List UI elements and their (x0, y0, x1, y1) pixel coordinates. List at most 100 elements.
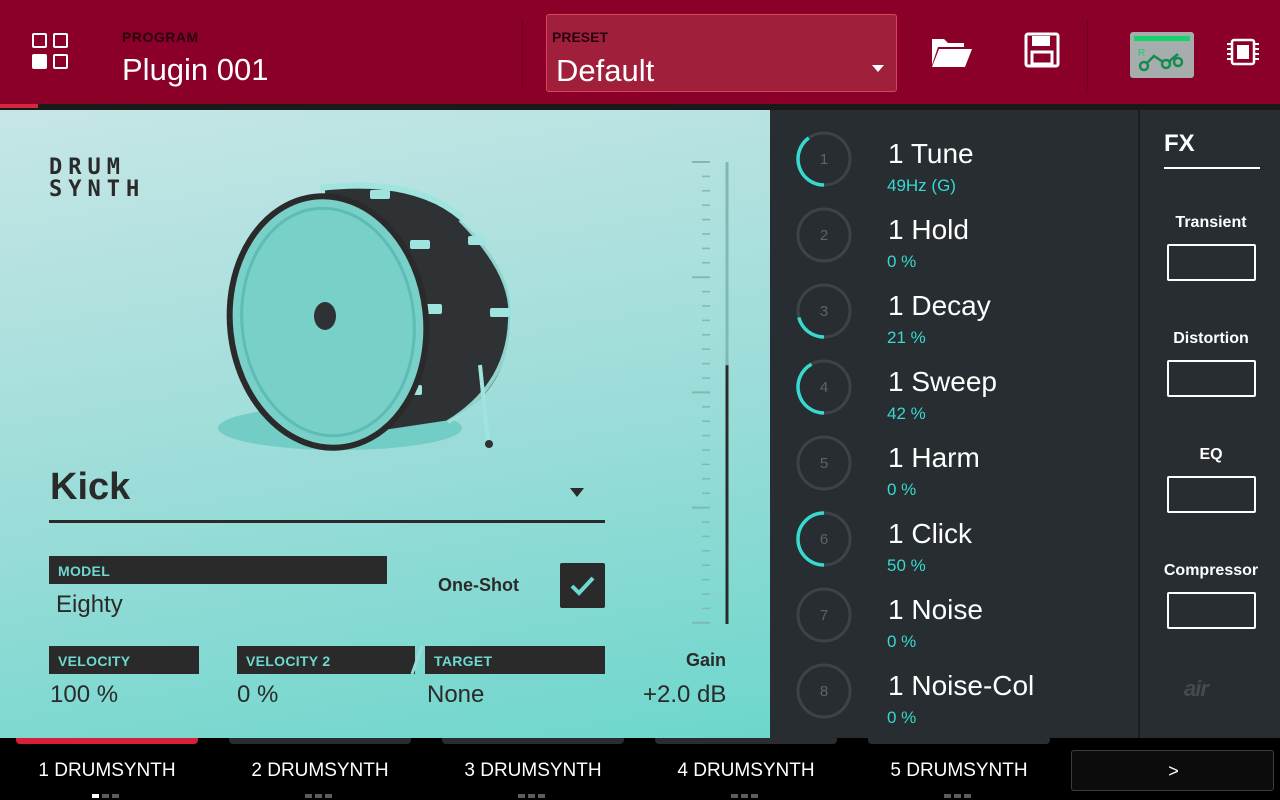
knob-value: 49Hz (G) (887, 176, 956, 195)
divider (1087, 20, 1088, 90)
program-name[interactable]: Plugin 001 (122, 52, 269, 88)
velocity2-value[interactable]: 0 % (237, 681, 278, 709)
tab-indicator (229, 738, 411, 744)
parameter-knob-row[interactable]: 1 1 Tune 49Hz (G) (770, 120, 1138, 196)
page-dots (518, 785, 548, 798)
preset-value: Default (556, 53, 655, 88)
fx-panel: FX Transient Distortion EQ Compressor ai… (1138, 110, 1280, 738)
knob-value: 42 % (887, 404, 926, 423)
knob-dial[interactable]: 3 (795, 282, 853, 340)
fx-slot-distortion[interactable] (1167, 360, 1256, 397)
tab-indicator (16, 738, 198, 744)
fx-title: FX (1164, 130, 1195, 157)
velocity2-label: VELOCITY 2 (237, 646, 415, 674)
knob-dial[interactable]: 7 (795, 586, 853, 644)
parameter-knob-row[interactable]: 4 1 Sweep 42 % (770, 348, 1138, 424)
next-page-label: > (1168, 761, 1179, 781)
knob-dial[interactable]: 4 (795, 358, 853, 416)
tab-label: 2 DRUMSYNTH (251, 760, 389, 781)
parameter-knob-row[interactable]: 5 1 Harm 0 % (770, 424, 1138, 500)
track-tab[interactable]: 3 DRUMSYNTH (442, 738, 624, 800)
gain-label: Gain (686, 650, 727, 670)
gain-value[interactable]: +2.0 dB (643, 681, 726, 709)
knob-value-arc (797, 316, 825, 339)
chip-icon[interactable] (1222, 30, 1266, 74)
save-icon[interactable] (1022, 30, 1066, 74)
folder-icon[interactable] (930, 30, 974, 74)
target-label: TARGET (425, 646, 605, 674)
page-dots (92, 785, 122, 798)
knob-name: 1 Harm (888, 442, 980, 473)
parameter-knob-row[interactable]: 8 1 Noise-Col 0 % (770, 652, 1138, 728)
preset-selector[interactable]: PRESET Default (546, 14, 897, 92)
chevron-down-icon (872, 65, 884, 72)
oneshot-checkbox[interactable] (560, 563, 605, 608)
next-page-button[interactable]: > (1071, 750, 1274, 791)
knob-dial[interactable]: 5 (795, 434, 853, 492)
oneshot-label: One-Shot (438, 575, 519, 595)
knob-number: 4 (820, 379, 828, 396)
knob-value: 21 % (887, 328, 926, 347)
divider (1164, 167, 1260, 169)
knob-number: 1 (820, 151, 828, 168)
knob-dial[interactable]: 6 (795, 510, 853, 568)
track-tab[interactable]: 5 DRUMSYNTH (868, 738, 1050, 800)
knob-value: 0 % (887, 708, 917, 727)
fx-slot-eq[interactable] (1167, 476, 1256, 513)
routing-icon[interactable]: R (1130, 32, 1194, 78)
knob-dial[interactable]: 2 (795, 206, 853, 264)
instrument-panel: DRUM SYNTH Kick MODEL Eighty One-Shot VE… (0, 110, 770, 738)
parameter-knob-row[interactable]: 2 1 Hold 0 % (770, 196, 1138, 272)
fx-slot-transient[interactable] (1167, 244, 1256, 281)
knob-name: 1 Noise (888, 594, 983, 625)
knob-dial[interactable]: 8 (795, 662, 853, 720)
kick-drum-image (210, 180, 530, 455)
page-dots (944, 785, 974, 798)
parameter-knob-row[interactable]: 7 1 Noise 0 % (770, 576, 1138, 652)
model-label: MODEL (49, 556, 387, 584)
drumsynth-logo: DRUM SYNTH (49, 155, 146, 202)
air-logo: air (1184, 676, 1209, 701)
parameter-knob-row[interactable]: 3 1 Decay 21 % (770, 272, 1138, 348)
knob-dial[interactable]: 1 (795, 130, 853, 188)
grid-menu-icon[interactable] (32, 33, 70, 71)
velocity-value[interactable]: 100 % (50, 681, 118, 709)
knob-value: 0 % (887, 480, 917, 499)
knob-name: 1 Decay (888, 290, 991, 321)
knob-number: 8 (820, 683, 828, 700)
parameter-knob-row[interactable]: 6 1 Click 50 % (770, 500, 1138, 576)
tab-label: 3 DRUMSYNTH (464, 760, 602, 781)
tab-label: 5 DRUMSYNTH (890, 760, 1028, 781)
knob-name: 1 Click (888, 518, 973, 549)
chevron-down-icon[interactable] (570, 488, 584, 497)
fx-slot-compressor[interactable] (1167, 592, 1256, 629)
tab-label: 1 DRUMSYNTH (38, 760, 176, 781)
gain-meter[interactable] (688, 158, 734, 628)
preset-label: PRESET (552, 29, 609, 45)
knob-number: 5 (820, 455, 828, 472)
tab-indicator (868, 738, 1050, 744)
knob-name: 1 Noise-Col (888, 670, 1035, 701)
knob-value: 0 % (887, 632, 917, 651)
tab-indicator (655, 738, 837, 744)
svg-text:R: R (1138, 48, 1145, 59)
track-tabs: > 1 DRUMSYNTH 2 DRUMSYNTH 3 DRUMSYNTH 4 DRU… (0, 738, 1280, 800)
track-tab[interactable]: 2 DRUMSYNTH (229, 738, 411, 800)
program-label: PROGRAM (122, 29, 199, 45)
tab-indicator (442, 738, 624, 744)
track-tab[interactable]: 4 DRUMSYNTH (655, 738, 837, 800)
knob-value: 0 % (887, 252, 917, 271)
target-value[interactable]: None (427, 681, 484, 709)
page-dots (731, 785, 761, 798)
top-bar: PROGRAM Plugin 001 PRESET Default R (0, 0, 1280, 110)
knob-name: 1 Hold (888, 214, 969, 245)
checkmark-icon (570, 576, 595, 596)
drum-type-name[interactable]: Kick (50, 466, 130, 509)
divider (49, 520, 605, 523)
separator-slash (410, 645, 424, 675)
model-value[interactable]: Eighty (56, 591, 123, 619)
fx-slot-label: Compressor (1163, 562, 1259, 579)
track-tab[interactable]: 1 DRUMSYNTH (16, 738, 198, 800)
fx-slot-label: Distortion (1173, 330, 1249, 347)
knob-number: 6 (820, 531, 828, 548)
